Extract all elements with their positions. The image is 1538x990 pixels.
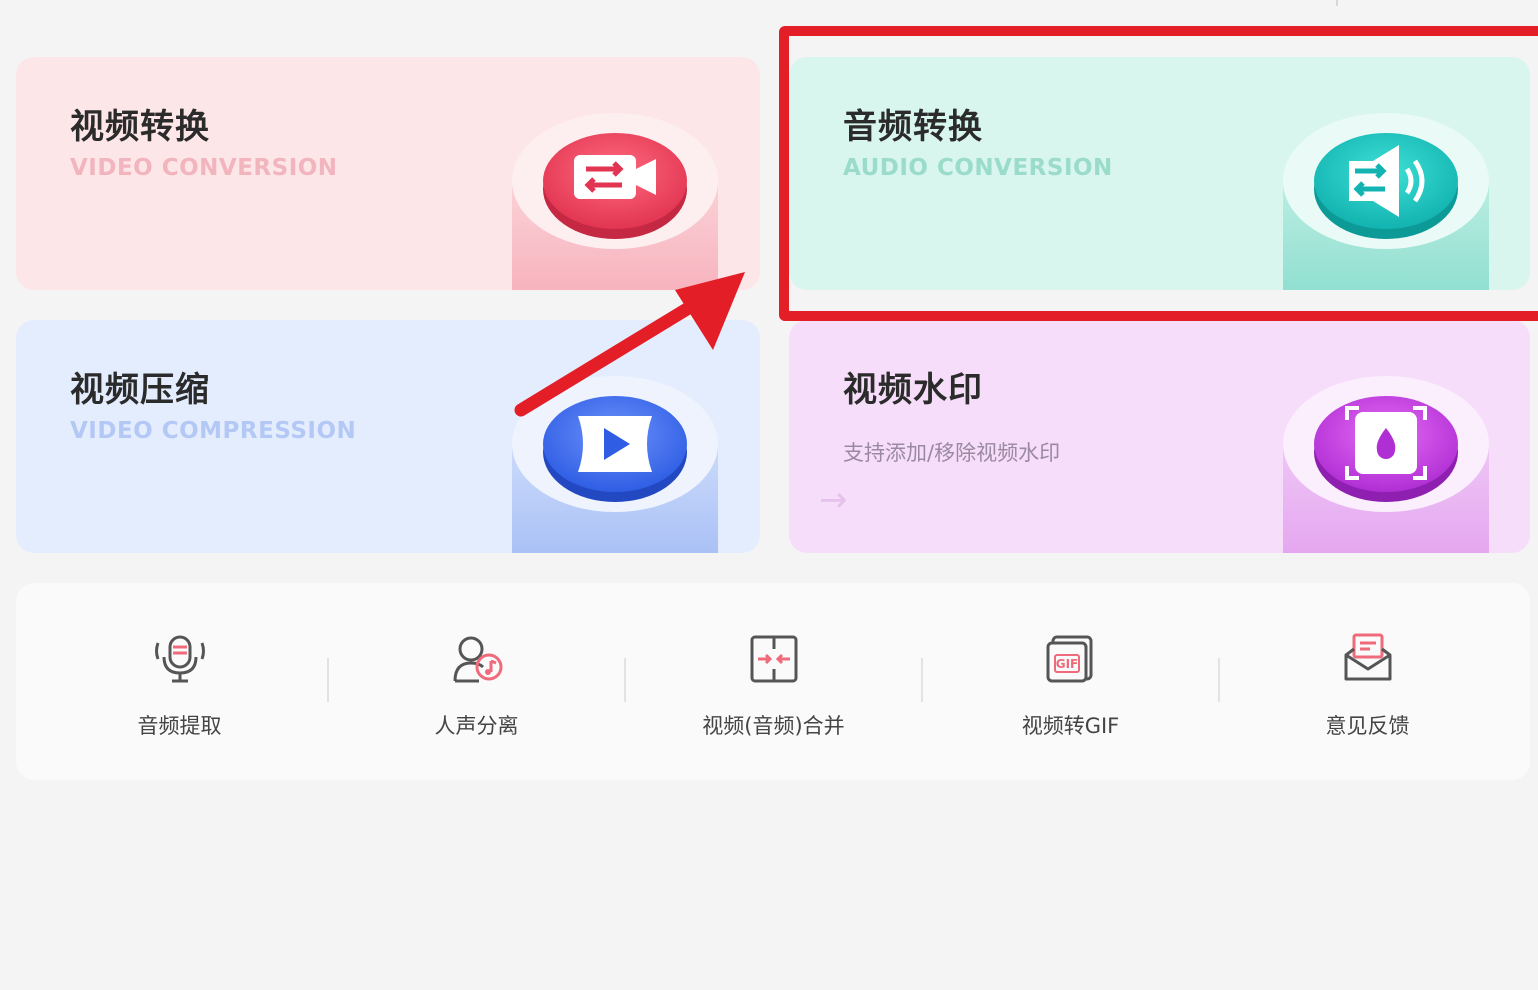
tool-label: 意见反馈	[1325, 714, 1410, 738]
voice-separation-icon	[449, 631, 505, 691]
top-divider	[1336, 0, 1338, 6]
merge-icon	[746, 631, 802, 691]
video-watermark-card[interactable]: 视频水印 支持添加/移除视频水印 →	[789, 320, 1530, 553]
tool-audio-extract[interactable]: 音频提取	[31, 583, 328, 780]
tool-video-to-gif[interactable]: GIF 视频转GIF	[922, 583, 1219, 780]
tool-label: 视频转GIF	[1021, 714, 1120, 738]
video-conversion-card[interactable]: 视频转换 VIDEO CONVERSION	[16, 57, 760, 290]
card-title: 视频转换	[70, 107, 210, 147]
tool-label: 人声分离	[434, 714, 519, 738]
svg-text:GIF: GIF	[1055, 657, 1078, 671]
card-title: 视频水印	[843, 370, 983, 410]
tool-label: 视频(音频)合并	[702, 714, 845, 738]
feedback-envelope-icon	[1340, 631, 1396, 691]
card-title: 视频压缩	[70, 370, 210, 410]
gif-icon: GIF	[1043, 631, 1099, 691]
tool-feedback[interactable]: 意见反馈	[1219, 583, 1516, 780]
card-description: 支持添加/移除视频水印	[843, 441, 1061, 465]
tools-panel: 音频提取 人声分离 视频(音频)合并 GIF 视频转GIF 意见反馈	[16, 583, 1530, 780]
microphone-icon	[152, 631, 208, 691]
card-subtitle: VIDEO CONVERSION	[70, 155, 338, 181]
annotation-arrow-icon	[514, 272, 745, 417]
tool-merge[interactable]: 视频(音频)合并	[625, 583, 922, 780]
tool-voice-separation[interactable]: 人声分离	[328, 583, 625, 780]
tool-label: 音频提取	[137, 714, 222, 738]
card-subtitle: VIDEO COMPRESSION	[70, 418, 357, 444]
arrow-right-icon[interactable]: →	[819, 480, 848, 520]
highlight-box	[779, 26, 1538, 321]
watermark-icon	[1281, 372, 1491, 553]
